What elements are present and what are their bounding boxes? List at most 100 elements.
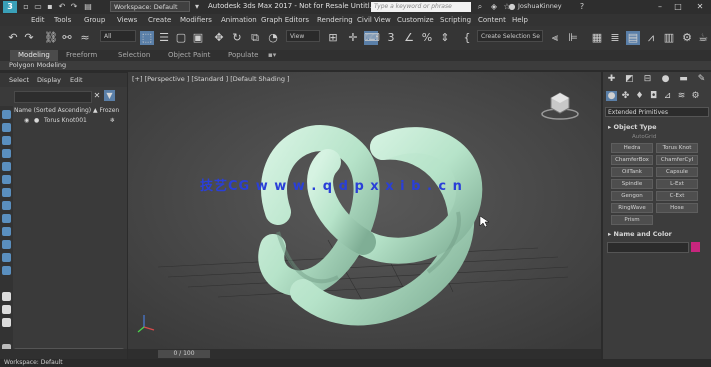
- menu-help[interactable]: Help: [512, 15, 528, 25]
- mirror-icon[interactable]: ⫷: [548, 31, 562, 45]
- explorer-menu-select[interactable]: Select: [9, 76, 29, 84]
- curve-editor-icon[interactable]: ⩘: [644, 31, 658, 45]
- perspective-viewport[interactable]: [+] [Perspective ] [Standard ] [Default …: [128, 72, 601, 349]
- redo-icon[interactable]: ↷: [70, 2, 78, 11]
- viewport-label-menu[interactable]: [+] [Perspective ] [Standard ] [Default …: [132, 75, 290, 83]
- c-ext-button[interactable]: C-Ext: [656, 191, 698, 201]
- display-cameras-icon[interactable]: [2, 149, 11, 158]
- display-bones-icon[interactable]: [2, 214, 11, 223]
- workspace-dropdown[interactable]: Workspace: Default: [110, 1, 190, 12]
- primitive-category-dropdown[interactable]: Extended Primitives: [605, 107, 709, 117]
- menu-civil-view[interactable]: Civil View: [357, 15, 391, 25]
- helpers-icon[interactable]: ⊿: [662, 91, 673, 101]
- display-hidden-icon[interactable]: [2, 253, 11, 262]
- menu-scripting[interactable]: Scripting: [440, 15, 471, 25]
- rectangular-selection-icon[interactable]: ▢: [174, 31, 188, 45]
- hose-button[interactable]: Hose: [656, 203, 698, 213]
- spindle-button[interactable]: Spindle: [611, 179, 653, 189]
- close-button[interactable]: ✕: [692, 0, 708, 13]
- window-crossing-icon[interactable]: ▣: [191, 31, 205, 45]
- time-slider[interactable]: 0 / 100: [158, 350, 210, 358]
- edit-named-selection-icon[interactable]: {: [460, 31, 474, 45]
- menu-modifiers[interactable]: Modifiers: [180, 15, 212, 25]
- select-scale-icon[interactable]: ⧉: [248, 31, 262, 45]
- project-folder-icon[interactable]: ▤: [84, 2, 92, 11]
- display-tab-icon[interactable]: ▬: [678, 74, 689, 84]
- percent-snap-icon[interactable]: %: [420, 31, 434, 45]
- menu-customize[interactable]: Customize: [397, 15, 434, 25]
- explorer-search-input[interactable]: [14, 91, 92, 103]
- binoculars-icon[interactable]: ⌕: [476, 2, 484, 11]
- oiltank-button[interactable]: OilTank: [611, 167, 653, 177]
- name-and-color-rollout-title[interactable]: ▸ Name and Color: [608, 230, 672, 238]
- systems-icon[interactable]: ⚙: [690, 91, 701, 101]
- spinner-snap-icon[interactable]: ⇕: [438, 31, 452, 45]
- hierarchy-tab-icon[interactable]: ⊟: [642, 74, 653, 84]
- render-setup-icon[interactable]: ⚙: [680, 31, 694, 45]
- display-space-warps-icon[interactable]: [2, 175, 11, 184]
- app-logo[interactable]: 3: [3, 1, 17, 13]
- ribbon-tab-populate[interactable]: Populate: [220, 50, 266, 61]
- autogrid-checkbox[interactable]: AutoGrid: [632, 134, 656, 140]
- unlink-icon[interactable]: ⚯: [60, 31, 74, 45]
- menu-tools[interactable]: Tools: [54, 15, 71, 25]
- torus-knot-button[interactable]: Torus Knot: [656, 143, 698, 153]
- display-containers-icon[interactable]: [2, 227, 11, 236]
- scene-explorer-toggle-icon[interactable]: ▦: [590, 31, 604, 45]
- new-file-icon[interactable]: ▫: [22, 2, 30, 11]
- material-editor-icon[interactable]: ▥: [662, 31, 676, 45]
- workspace-selector-bottom[interactable]: Workspace: Default: [4, 359, 63, 367]
- menu-group[interactable]: Group: [84, 15, 105, 25]
- help-icon[interactable]: ?: [578, 2, 586, 11]
- select-manipulate-icon[interactable]: ✛: [346, 31, 360, 45]
- frozen-toggle-icon[interactable]: ❄: [110, 116, 115, 126]
- menu-rendering[interactable]: Rendering: [317, 15, 353, 25]
- list-item[interactable]: ◉ ● Torus Knot001 ❄: [14, 116, 124, 126]
- menu-create[interactable]: Create: [148, 15, 171, 25]
- l-ext-button[interactable]: L-Ext: [656, 179, 698, 189]
- named-selection-set-dropdown[interactable]: Create Selection Se: [477, 30, 543, 42]
- select-by-name-icon[interactable]: ☰: [157, 31, 171, 45]
- snaps-toggle-icon[interactable]: 3: [384, 31, 398, 45]
- ribbon-tab-selection[interactable]: Selection: [110, 50, 158, 61]
- eye-icon[interactable]: ◉: [24, 116, 29, 126]
- align-icon[interactable]: ⊫: [566, 31, 580, 45]
- search-input[interactable]: Type a keyword or phrase: [371, 2, 471, 12]
- display-xrefs-icon[interactable]: [2, 201, 11, 210]
- object-name-input[interactable]: [607, 242, 689, 253]
- cameras-icon[interactable]: ◘: [648, 91, 659, 101]
- bind-space-warp-icon[interactable]: ≈: [78, 31, 92, 45]
- clear-search-icon[interactable]: ✕: [92, 91, 102, 101]
- lights-icon[interactable]: ♦: [634, 91, 645, 101]
- undo-icon[interactable]: ↶: [58, 2, 66, 11]
- menu-edit[interactable]: Edit: [31, 15, 45, 25]
- user-account[interactable]: JoshuaKinney: [518, 2, 562, 10]
- reference-coordinate-dropdown[interactable]: View: [286, 30, 320, 42]
- layer-explorer-icon[interactable]: ≣: [608, 31, 622, 45]
- frozen-column-header[interactable]: ▲ Frozen: [93, 106, 119, 116]
- display-groups-icon[interactable]: [2, 188, 11, 197]
- display-shapes-icon[interactable]: [2, 123, 11, 132]
- modify-tab-icon[interactable]: ◩: [624, 74, 635, 84]
- create-tab-icon[interactable]: ✚: [606, 74, 617, 84]
- invert-display-icon[interactable]: [2, 305, 11, 314]
- workspace-chevron-icon[interactable]: ▾: [193, 2, 201, 11]
- sync-selection-icon[interactable]: [2, 318, 11, 327]
- motion-tab-icon[interactable]: ●: [660, 74, 671, 84]
- object-type-rollout-title[interactable]: ▸ Object Type: [608, 123, 657, 131]
- shapes-icon[interactable]: ✤: [620, 91, 631, 101]
- display-geometry-icon[interactable]: [2, 110, 11, 119]
- display-helpers-icon[interactable]: [2, 162, 11, 171]
- select-object-icon[interactable]: ⬚: [140, 31, 154, 45]
- select-move-icon[interactable]: ✥: [212, 31, 226, 45]
- prism-button[interactable]: Prism: [611, 215, 653, 225]
- maximize-button[interactable]: □: [670, 0, 686, 13]
- ribbon-options-icon[interactable]: ▪▾: [268, 50, 276, 61]
- object-color-swatch[interactable]: [691, 242, 700, 252]
- display-none-icon[interactable]: [2, 292, 11, 301]
- place-icon[interactable]: ◔: [266, 31, 280, 45]
- hedra-button[interactable]: Hedra: [611, 143, 653, 153]
- display-all-icon[interactable]: [2, 266, 11, 275]
- explorer-menu-edit[interactable]: Edit: [70, 76, 83, 84]
- keyboard-shortcut-override-icon[interactable]: ⌨: [364, 31, 380, 45]
